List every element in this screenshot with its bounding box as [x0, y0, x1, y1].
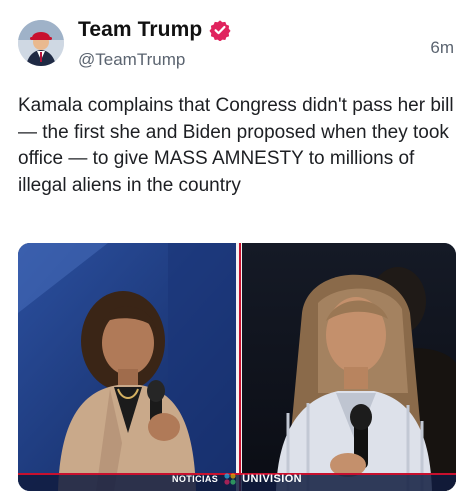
- post-card[interactable]: Team Trump @TeamTrump 6m Kamala complain…: [0, 0, 474, 500]
- video-frame-image: [18, 243, 456, 491]
- timestamp: 6m: [430, 38, 454, 57]
- univision-logo-icon: [224, 473, 236, 485]
- avatar-photo-icon: [18, 20, 64, 66]
- video-watermark: NOTICIAS UNIVISION: [18, 473, 456, 485]
- watermark-univision: UNIVISION: [242, 473, 303, 485]
- post-text: Kamala complains that Congress didn't pa…: [18, 95, 454, 196]
- avatar[interactable]: [18, 20, 64, 66]
- handle[interactable]: @TeamTrump: [78, 50, 185, 70]
- display-name[interactable]: Team Trump: [78, 18, 202, 42]
- verified-badge-icon: [209, 19, 231, 42]
- attached-video-thumbnail[interactable]: NOTICIAS UNIVISION: [18, 243, 456, 491]
- watermark-noticias: NOTICIAS: [171, 474, 219, 484]
